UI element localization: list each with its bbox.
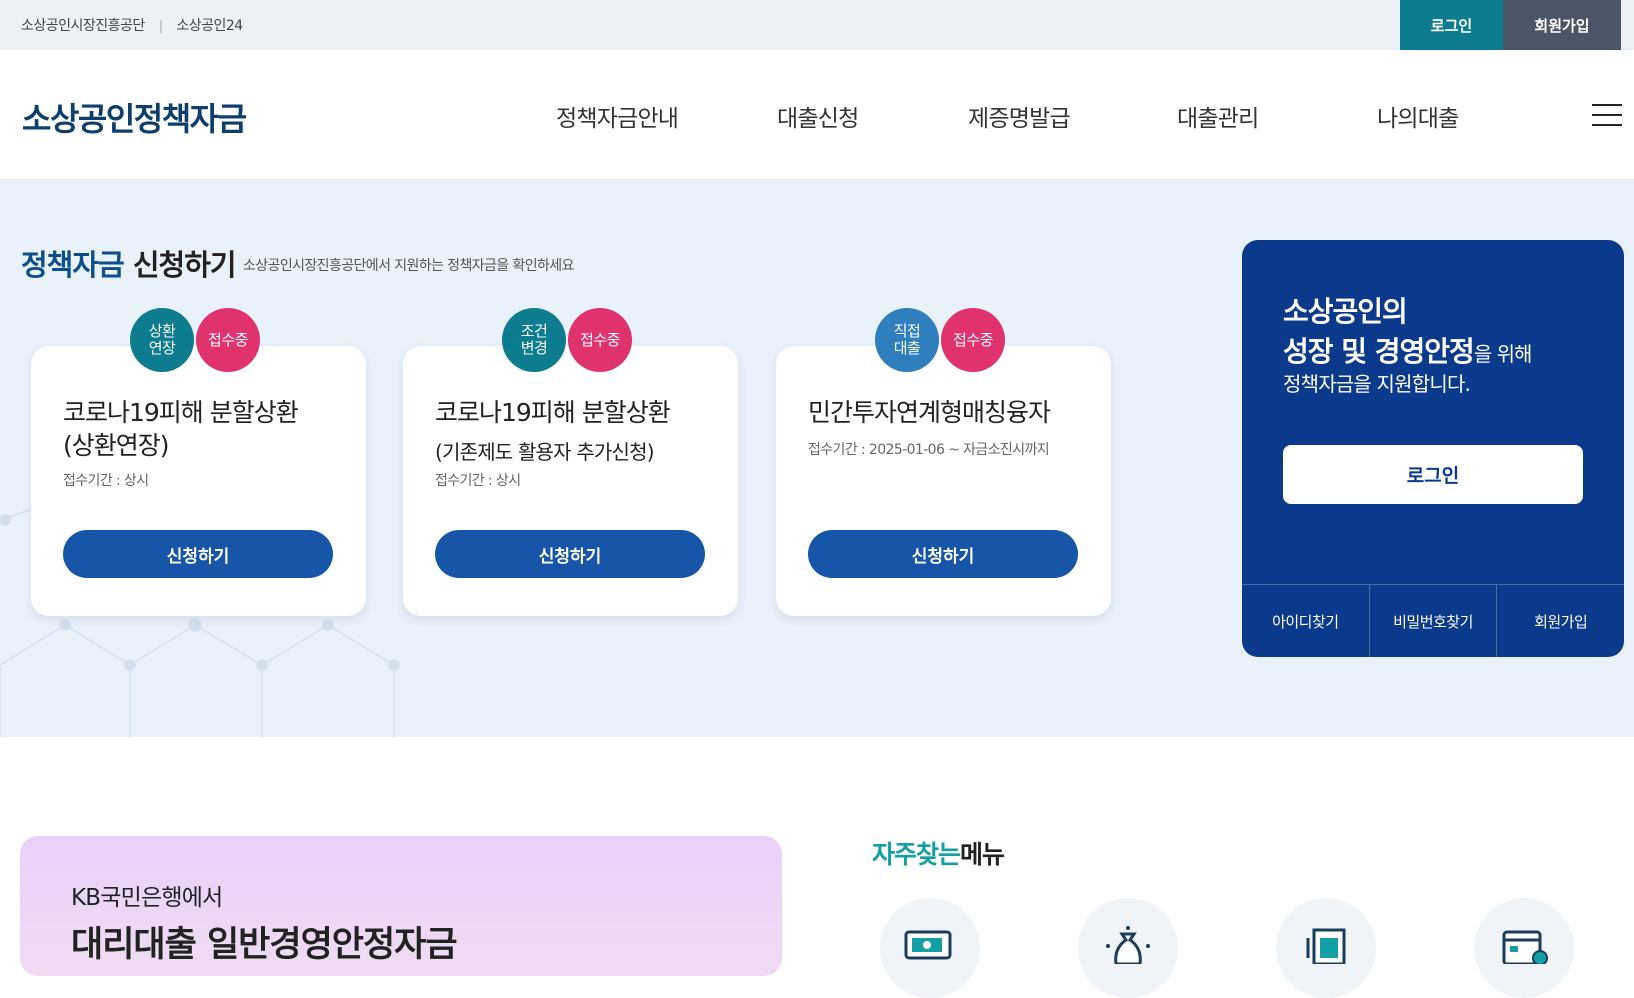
nav-item-loan-manage[interactable]: 대출관리	[1177, 99, 1259, 133]
status-badge: 접수중	[196, 308, 260, 372]
document-icon[interactable]	[1276, 898, 1376, 998]
status-badge: 접수중	[941, 308, 1005, 372]
loan-card: 직접 대출 접수중 민간투자연계형매칭융자 접수기간 : 2025-01-06 …	[776, 308, 1111, 616]
card-title: 코로나19피해 분할상환	[435, 398, 671, 427]
card-title-sub: (기존제도 활용자 추가신청)	[435, 440, 655, 464]
loan-card: 상환 연장 접수중 코로나19피해 분할상환 (상환연장) 접수기간 : 상시 …	[31, 308, 366, 616]
hero-section: 정책자금 신청하기 소상공인시장진흥공단에서 지원하는 정책자금을 확인하세요 …	[0, 180, 1634, 737]
login-panel-links: 아이디찾기 비밀번호찾기 회원가입	[1242, 584, 1624, 657]
promo-subtitle: KB국민은행에서	[71, 885, 223, 911]
card-title: 민간투자연계형매칭융자	[808, 398, 1051, 427]
top-login-button[interactable]: 로그인	[1400, 0, 1503, 50]
apply-button[interactable]: 신청하기	[808, 530, 1078, 578]
favorite-menu-title: 자주찾는메뉴	[872, 840, 1005, 869]
login-button[interactable]: 로그인	[1283, 445, 1583, 504]
section-subtitle: 소상공인시장진흥공단에서 지원하는 정책자금을 확인하세요	[243, 258, 574, 274]
utility-bar: 소상공인시장진흥공단 | 소상공인24 로그인 회원가입	[0, 0, 1634, 50]
login-panel: 소상공인의 성장 및 경영안정을 위해 정책자금을 지원합니다. 로그인 아이디…	[1242, 240, 1624, 657]
card-period: 접수기간 : 2025-01-06 ~ 자금소진시까지	[808, 442, 1050, 458]
card-period: 접수기간 : 상시	[63, 473, 149, 489]
section-title: 정책자금 신청하기	[21, 248, 237, 282]
card-period: 접수기간 : 상시	[435, 473, 521, 489]
card-title: 코로나19피해 분할상환 (상환연장)	[63, 398, 299, 460]
apply-button[interactable]: 신청하기	[63, 530, 333, 578]
login-panel-heading-2: 성장 및 경영안정을 위해	[1283, 335, 1532, 368]
find-password-link[interactable]: 비밀번호찾기	[1368, 585, 1497, 657]
link-semas[interactable]: 소상공인시장진흥공단	[21, 18, 145, 34]
nav-item-policy-guide[interactable]: 정책자금안내	[556, 99, 679, 133]
loan-card: 조건 변경 접수중 코로나19피해 분할상환 (기존제도 활용자 추가신청) 접…	[403, 308, 738, 616]
main-header: 소상공인정책자금 정책자금안내 대출신청 제증명발급 대출관리 나의대출	[0, 50, 1634, 180]
type-badge: 조건 변경	[502, 308, 566, 372]
calendar-icon[interactable]	[1474, 898, 1574, 998]
divider: |	[158, 19, 163, 33]
promo-banner[interactable]: KB국민은행에서 대리대출 일반경영안정자금	[20, 836, 782, 976]
login-panel-heading: 소상공인의	[1283, 295, 1408, 328]
nav-item-certificates[interactable]: 제증명발급	[968, 99, 1071, 133]
top-join-button[interactable]: 회원가입	[1503, 0, 1621, 50]
money-transfer-icon[interactable]	[880, 898, 980, 998]
type-badge: 상환 연장	[130, 308, 194, 372]
find-id-link[interactable]: 아이디찾기	[1242, 585, 1369, 657]
nav-item-my-loan[interactable]: 나의대출	[1377, 99, 1459, 133]
apply-button[interactable]: 신청하기	[435, 530, 705, 578]
link-sbiz24[interactable]: 소상공인24	[176, 18, 243, 34]
type-badge: 직접 대출	[875, 308, 939, 372]
login-panel-desc: 정책자금을 지원합니다.	[1283, 372, 1471, 396]
nav-item-loan-apply[interactable]: 대출신청	[777, 99, 859, 133]
join-link[interactable]: 회원가입	[1496, 585, 1624, 657]
promo-title: 대리대출 일반경영안정자금	[71, 925, 458, 965]
status-badge: 접수중	[568, 308, 632, 372]
hamburger-menu-icon[interactable]	[1592, 104, 1622, 128]
utility-links: 소상공인시장진흥공단 | 소상공인24	[21, 15, 243, 35]
money-bag-icon[interactable]	[1078, 898, 1178, 998]
site-logo[interactable]: 소상공인정책자금	[22, 94, 247, 140]
